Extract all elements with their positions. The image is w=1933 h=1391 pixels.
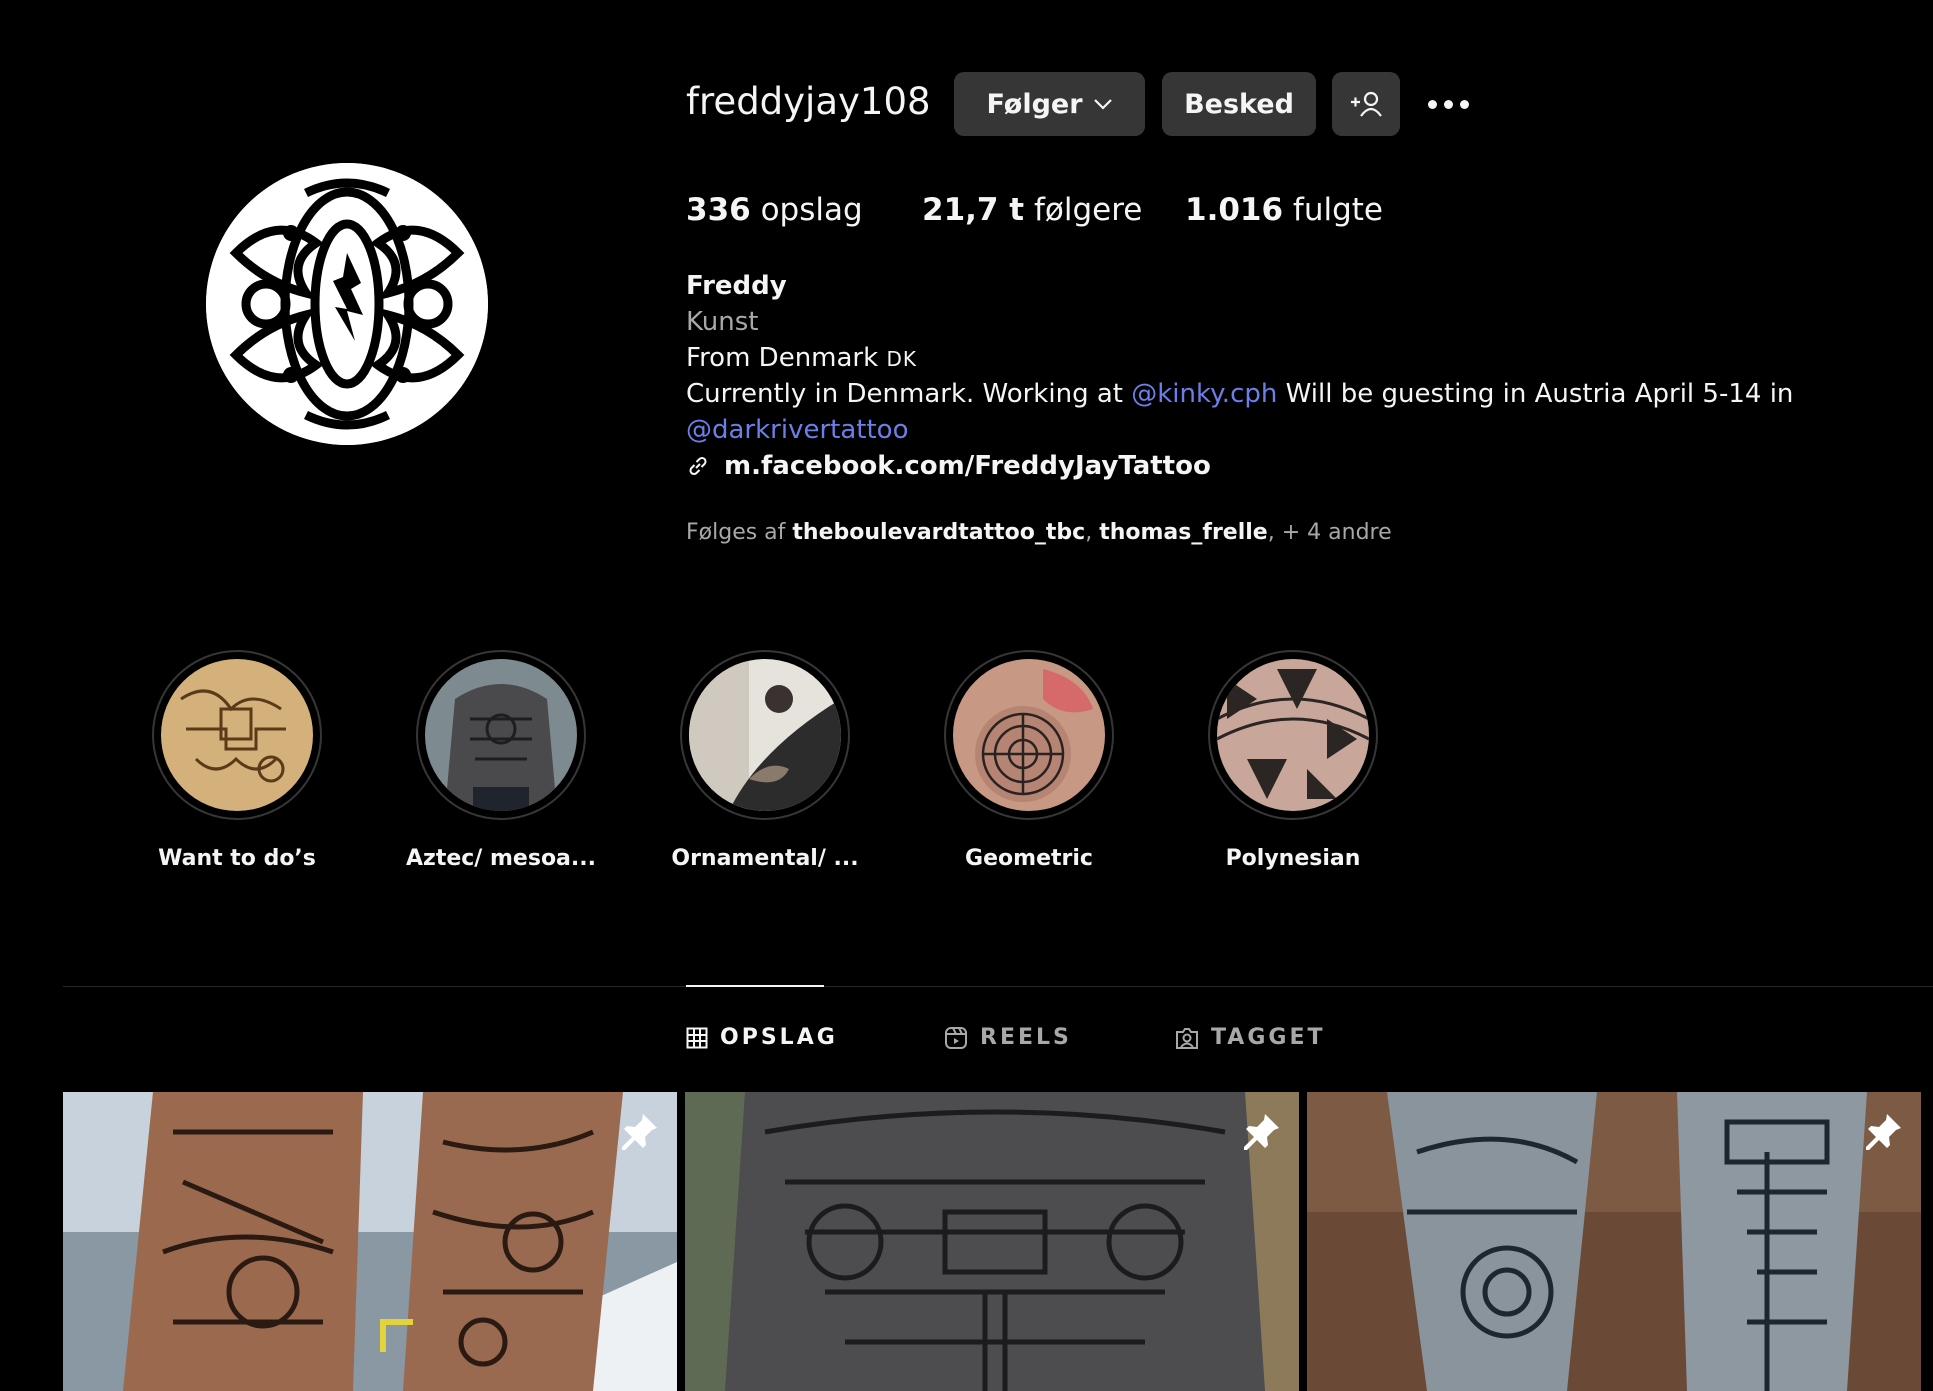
story-highlight[interactable]: Ornamental/ ... — [671, 650, 859, 871]
followed-by-user-1: theboulevardtattoo_tbc — [792, 520, 1086, 545]
external-link[interactable]: m.facebook.com/FreddyJayTattoo — [686, 451, 1211, 481]
story-highlight[interactable]: Geometric — [944, 650, 1114, 871]
pinned-icon — [622, 1114, 657, 1150]
tab-tagged[interactable]: TAGGET — [1175, 1025, 1325, 1050]
following-count-label: fulgte — [1283, 192, 1383, 228]
posts-count-label: opslag — [750, 192, 863, 228]
tab-posts[interactable]: OPSLAG — [686, 1025, 838, 1050]
bio-current-suffix: Will be guesting in Austria April 5-14 i… — [1277, 379, 1794, 409]
highlight-label: Ornamental/ ... — [671, 846, 859, 871]
highlight-ring — [152, 650, 322, 820]
highlight-ring — [944, 650, 1114, 820]
highlight-cover-image — [953, 659, 1105, 811]
tagged-icon — [1176, 1027, 1198, 1049]
profile-avatar[interactable] — [206, 163, 488, 445]
highlight-label: Want to do’s — [158, 846, 316, 871]
highlight-ring — [680, 650, 850, 820]
following-count-value: 1.016 — [1185, 192, 1284, 228]
posts-count: 336 opslag — [686, 192, 863, 228]
add-person-icon — [1351, 91, 1382, 117]
bio-current-prefix: Currently in Denmark. Working at — [686, 379, 1132, 409]
bio-location: From Denmark DK — [686, 343, 917, 373]
post-image — [63, 1092, 677, 1391]
tab-posts-label: OPSLAG — [720, 1025, 838, 1050]
tab-reels[interactable]: REELS — [944, 1025, 1072, 1050]
message-button-label: Besked — [1184, 88, 1294, 120]
followed-by-suffix: , + 4 andre — [1267, 520, 1392, 545]
post-image — [1307, 1092, 1921, 1391]
link-icon — [689, 456, 707, 476]
more-dot-icon — [1427, 99, 1437, 109]
mention-link-darkriver[interactable]: @darkrivertattoo — [686, 415, 909, 445]
highlight-cover-image — [689, 659, 841, 811]
post-thumbnail[interactable] — [63, 1092, 677, 1391]
followed-by-user-2: thomas_frelle — [1099, 520, 1268, 545]
highlight-ring — [416, 650, 586, 820]
external-link-text: m.facebook.com/FreddyJayTattoo — [724, 451, 1211, 481]
story-highlight[interactable]: Polynesian — [1208, 650, 1378, 871]
followed-by-prefix: Følges af — [686, 520, 793, 545]
followers-count[interactable]: 21,7 t følgere — [922, 192, 1142, 228]
tabs-divider — [63, 986, 1933, 987]
chevron-down-icon — [1093, 99, 1112, 110]
post-thumbnail[interactable] — [685, 1092, 1299, 1391]
profile-username: freddyjay108 — [686, 80, 931, 123]
highlight-cover-image — [1217, 659, 1369, 811]
followed-by[interactable]: Følges af theboulevardtattoo_tbc, thomas… — [686, 520, 1392, 545]
highlight-label: Aztec/ mesoa... — [406, 846, 596, 871]
flag-dk: DK — [886, 347, 917, 371]
more-dot-icon — [1443, 99, 1453, 109]
followed-by-separator: , — [1085, 520, 1100, 545]
pinned-icon — [1866, 1114, 1901, 1150]
pinned-icon — [1244, 1114, 1279, 1150]
mention-link-kinky[interactable]: @kinky.cph — [1131, 379, 1277, 409]
tab-tagged-label: TAGGET — [1211, 1025, 1326, 1050]
story-highlight[interactable]: Want to do’s — [152, 650, 322, 871]
tribal-logo-image — [206, 163, 488, 445]
profile-category: Kunst — [686, 307, 759, 337]
followers-count-value: 21,7 t — [922, 192, 1025, 228]
highlight-ring — [1208, 650, 1378, 820]
more-options-button[interactable] — [1424, 86, 1472, 122]
more-dot-icon — [1459, 99, 1469, 109]
active-tab-indicator — [686, 985, 824, 987]
followers-count-label: følgere — [1024, 192, 1143, 228]
post-thumbnail[interactable] — [1307, 1092, 1921, 1391]
tab-reels-label: REELS — [980, 1025, 1072, 1050]
highlight-cover-image — [161, 659, 313, 811]
following-button-label: Følger — [986, 88, 1083, 120]
following-dropdown-button[interactable]: Følger — [954, 72, 1145, 136]
story-highlight[interactable]: Aztec/ mesoa... — [406, 650, 596, 871]
highlight-cover-image — [425, 659, 577, 811]
posts-count-value: 336 — [686, 192, 751, 228]
following-count[interactable]: 1.016 fulgte — [1185, 192, 1383, 228]
highlight-label: Geometric — [965, 846, 1093, 871]
post-image — [685, 1092, 1299, 1391]
highlight-label: Polynesian — [1225, 846, 1361, 871]
reels-icon — [945, 1026, 967, 1049]
message-button[interactable]: Besked — [1162, 72, 1316, 136]
bio-current: Currently in Denmark. Working at @kinky.… — [686, 379, 1793, 409]
suggested-users-button[interactable] — [1332, 72, 1400, 136]
bio-from-text: From Denmark — [686, 343, 887, 373]
grid-icon — [686, 1027, 708, 1048]
profile-full-name: Freddy — [686, 271, 787, 301]
